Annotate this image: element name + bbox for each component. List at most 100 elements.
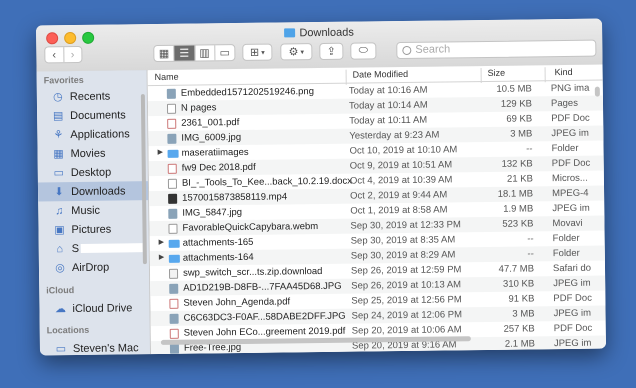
- sidebar-item-label: S: [71, 242, 80, 255]
- sidebar-item-downloads[interactable]: ⬇ Downloads: [37, 181, 149, 202]
- search-field[interactable]: Search: [396, 39, 597, 60]
- sidebar-item-label: Movies: [70, 147, 106, 160]
- file-icon: [169, 298, 179, 309]
- favorites-heading: Favorites: [43, 74, 84, 86]
- sidebar-item-icloud-drive[interactable]: ☁ iCloud Drive: [39, 298, 149, 318]
- file-size: 132 KB: [501, 158, 533, 170]
- search-icon: [402, 45, 412, 55]
- sidebar-item-music[interactable]: ♫ Music: [38, 200, 148, 220]
- action-button[interactable]: ⚙ ▾: [280, 43, 313, 61]
- airdrop-icon: ◎: [55, 261, 65, 274]
- window-title-text: Downloads: [299, 26, 354, 40]
- file-date: Today at 10:11 AM: [349, 114, 428, 127]
- file-kind: MPEG-4: [552, 187, 589, 200]
- file-date: Sep 30, 2019 at 8:29 AM: [350, 249, 456, 262]
- file-size: 3 MB: [510, 128, 533, 140]
- sidebar-item-label: Recents: [69, 90, 111, 103]
- tags-button[interactable]: ⬭: [350, 42, 377, 60]
- list-view-button[interactable]: ☰: [174, 45, 195, 61]
- nav-buttons: ‹ ›: [44, 45, 83, 64]
- file-size: 10.5 MB: [496, 83, 532, 95]
- file-size: 21 KB: [506, 173, 533, 185]
- sidebar-item-desktop[interactable]: ▭ Desktop: [38, 162, 148, 182]
- column-size-header[interactable]: Size: [488, 68, 506, 78]
- file-kind: JPEG im: [553, 337, 592, 350]
- file-date: Oct 2, 2019 at 9:44 AM: [350, 189, 448, 202]
- file-size: --: [527, 248, 534, 260]
- file-kind: PDF Doc: [553, 292, 592, 305]
- column-kind-header[interactable]: Kind: [555, 67, 573, 77]
- file-size: 129 KB: [500, 98, 533, 110]
- sidebar-item-movies[interactable]: ▦ Movies: [37, 143, 147, 163]
- sidebar-item-pictures[interactable]: ▣ Pictures: [38, 219, 148, 239]
- sidebar-item-airdrop[interactable]: ◎ AirDrop: [39, 257, 149, 277]
- search-placeholder: Search: [415, 43, 451, 56]
- download-icon: ⬇: [54, 185, 64, 198]
- file-icon: [166, 88, 176, 99]
- column-date-header[interactable]: Date Modified: [353, 69, 409, 80]
- file-size: 310 KB: [502, 278, 535, 290]
- file-size: 2.1 MB: [504, 338, 535, 350]
- file-kind: PDF Doc: [551, 157, 591, 170]
- columns-icon: ▥: [199, 47, 210, 60]
- file-icon: [169, 313, 179, 324]
- column-name-header[interactable]: Name: [155, 72, 179, 82]
- sidebar-item-recents[interactable]: ◷ Recents: [37, 86, 147, 106]
- back-button[interactable]: ‹: [45, 47, 64, 63]
- sidebar-item-s[interactable]: ⌂ S: [39, 238, 149, 258]
- disclosure-triangle-icon[interactable]: ▶: [158, 148, 163, 156]
- file-size: --: [527, 233, 534, 245]
- forward-button[interactable]: ›: [64, 47, 82, 62]
- file-icon: [169, 343, 180, 354]
- file-date: Sep 30, 2019 at 8:35 AM: [350, 234, 456, 247]
- file-kind: Folder: [551, 142, 579, 155]
- file-icon: [168, 208, 178, 219]
- finder-window: Downloads ‹ › ▦ ☰ ▥ ▭ ⊞ ▾ ⚙ ▾ ⇪ ⬭ Search F…: [36, 18, 606, 356]
- file-kind: JPEG im: [552, 202, 590, 215]
- file-date: Sep 26, 2019 at 12:59 PM: [350, 264, 462, 277]
- icon-view-button[interactable]: ▦: [154, 45, 175, 62]
- file-date: Oct 10, 2019 at 10:10 AM: [349, 144, 458, 157]
- file-icon: [168, 268, 179, 279]
- clock-icon: ◷: [52, 90, 63, 103]
- back-chevron-icon: ‹: [52, 48, 57, 61]
- redacted-label: [81, 243, 144, 253]
- column-view-button[interactable]: ▥: [194, 45, 216, 61]
- gallery-view-button[interactable]: ▭: [215, 45, 234, 60]
- file-icon: [169, 283, 179, 294]
- file-kind: Movavi: [552, 217, 583, 230]
- file-size: 1.9 MB: [503, 203, 534, 215]
- film-icon: ▦: [53, 147, 64, 160]
- sidebar-item-documents[interactable]: ▤ Documents: [37, 105, 147, 125]
- laptop-icon: ▭: [55, 342, 67, 355]
- file-list: Name Date Modified Size Kind Embedded157…: [147, 64, 606, 355]
- folder-icon: [168, 239, 180, 248]
- home-icon: ⌂: [56, 242, 64, 255]
- file-size: 47.7 MB: [498, 263, 535, 275]
- sidebar-item-applications[interactable]: ⚘ Applications: [37, 124, 147, 144]
- vertical-scrollbar[interactable]: [594, 86, 600, 97]
- file-icon: [166, 103, 177, 114]
- applications-icon: ⚘: [53, 128, 64, 141]
- file-kind: JPEG im: [553, 307, 592, 320]
- file-date: Oct 4, 2019 at 10:39 AM: [349, 174, 453, 187]
- document-icon: ▤: [52, 109, 64, 122]
- chevron-down-icon: ▾: [261, 49, 265, 57]
- share-icon: ⇪: [326, 45, 337, 58]
- file-date: Yesterday at 9:23 AM: [349, 129, 440, 142]
- disclosure-triangle-icon[interactable]: ▶: [159, 253, 164, 261]
- group-button[interactable]: ⊞ ▾: [242, 43, 273, 61]
- camera-icon: ▣: [54, 223, 65, 236]
- sidebar-item-label: Pictures: [71, 223, 112, 236]
- icloud-heading: iCloud: [46, 285, 75, 296]
- view-mode-switcher: ▦ ☰ ▥ ▭: [153, 44, 236, 63]
- file-size: 257 KB: [503, 323, 535, 335]
- gallery-icon: ▭: [219, 47, 231, 60]
- file-date: Sep 26, 2019 at 10:13 AM: [351, 279, 462, 292]
- file-icon: [168, 193, 178, 204]
- desktop-icon: ▭: [53, 166, 65, 179]
- sidebar-item-location[interactable]: ▭ Steven's Mac: [40, 338, 150, 355]
- share-button[interactable]: ⇪: [319, 42, 344, 61]
- file-date: Sep 30, 2019 at 12:33 PM: [350, 219, 461, 232]
- disclosure-triangle-icon[interactable]: ▶: [159, 238, 164, 246]
